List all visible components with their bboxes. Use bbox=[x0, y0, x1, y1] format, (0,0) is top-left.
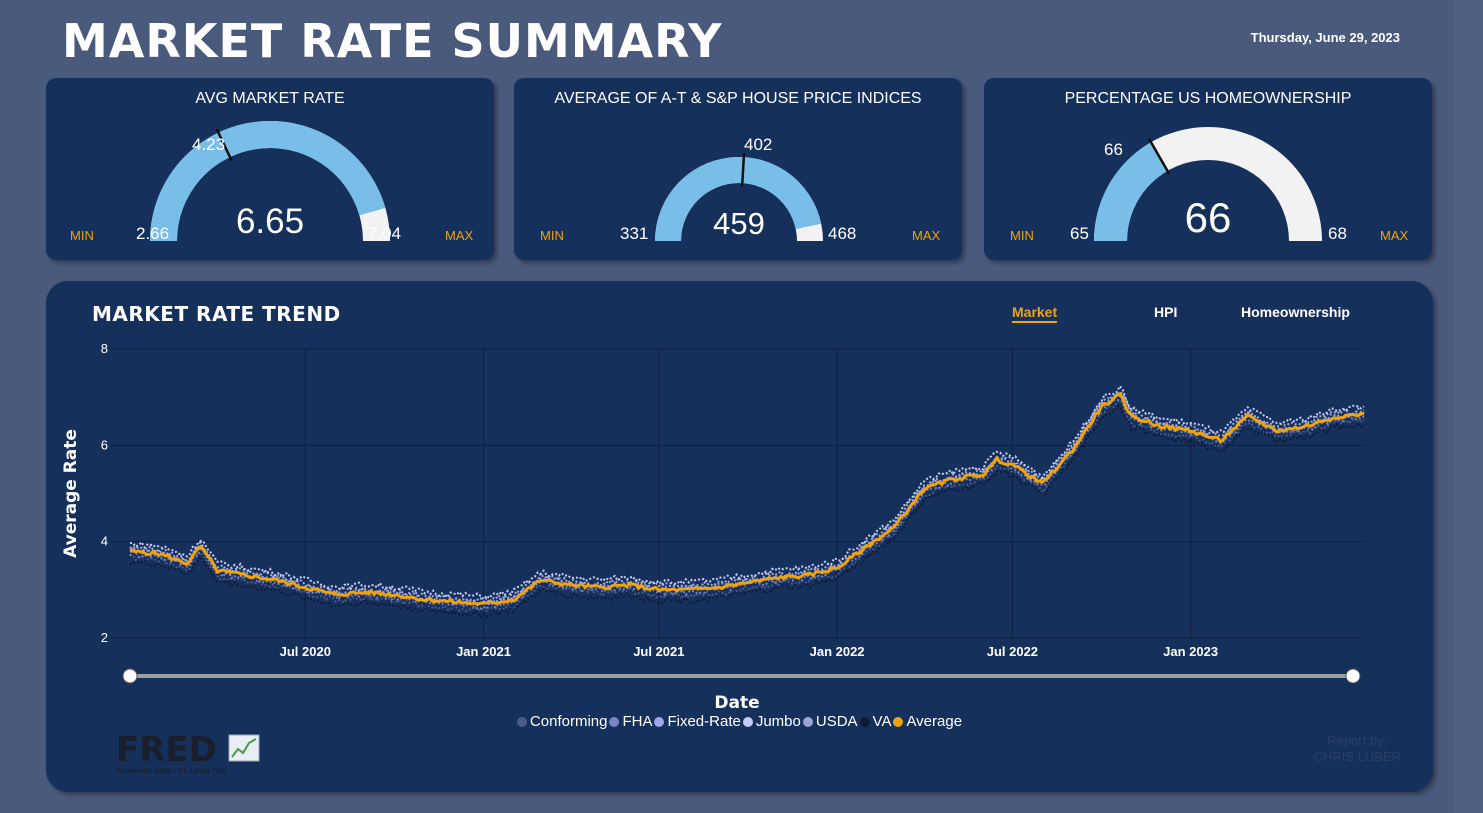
series-line-jumbo bbox=[129, 384, 1365, 601]
report-by-label: Report by: bbox=[1327, 733, 1388, 748]
gauge-current-value: 459 bbox=[713, 206, 765, 241]
fred-logo-text: FRED bbox=[116, 730, 217, 770]
chart-series bbox=[129, 384, 1365, 619]
min-label: MIN bbox=[540, 228, 564, 243]
gauge-min-value: 331 bbox=[620, 224, 649, 243]
gauge-target-value: 4.23 bbox=[192, 135, 226, 154]
legend-label: FHA bbox=[622, 713, 653, 730]
x-tick-label: Jan 2022 bbox=[810, 644, 865, 659]
legend-label: Average bbox=[906, 713, 963, 730]
min-label: MIN bbox=[70, 228, 94, 243]
window-edge bbox=[1453, 0, 1483, 813]
gauge-max-value: 468 bbox=[828, 224, 857, 243]
legend-label: VA bbox=[872, 713, 892, 730]
legend-swatch bbox=[609, 717, 620, 727]
y-tick-label: 4 bbox=[101, 534, 108, 549]
gauge-max-value: 7.04 bbox=[368, 224, 402, 243]
market-rate-trend-panel: MARKET RATE TREND Market HPI Homeownersh… bbox=[46, 281, 1433, 792]
slider-handle-end bbox=[1345, 668, 1361, 684]
max-label: MAX bbox=[445, 228, 474, 243]
y-tick-label: 2 bbox=[101, 630, 108, 645]
legend-item-fixed-rate[interactable]: Fixed-Rate bbox=[654, 713, 741, 730]
gauge-current-value: 6.65 bbox=[235, 202, 305, 241]
min-label: MIN bbox=[1010, 228, 1034, 243]
legend-label: USDA bbox=[815, 713, 858, 730]
fred-logo: FRED ECONOMIC DATA | ST. LOUIS FED bbox=[116, 730, 260, 775]
series-line-average bbox=[129, 391, 1365, 607]
series-line-fha bbox=[129, 398, 1365, 611]
gauge-min-value: 2.66 bbox=[136, 224, 170, 243]
legend-item-conforming[interactable]: Conforming bbox=[516, 713, 608, 730]
line-chart: 2 4 6 8 Jul 2020 Jan 2021 Jul 2021 Jan 2022 Jul … bbox=[61, 341, 1365, 713]
report-by-name: CHRIS LUBER bbox=[1313, 749, 1401, 764]
x-tick-label: Jan 2021 bbox=[456, 644, 511, 659]
legend-label: Conforming bbox=[529, 713, 608, 730]
gauge-max-value: 68 bbox=[1328, 224, 1347, 243]
y-axis-label: Average Rate bbox=[61, 429, 81, 558]
gauge-min-value: 65 bbox=[1070, 224, 1089, 243]
legend-label: Fixed-Rate bbox=[667, 713, 741, 730]
y-tick-label: 6 bbox=[101, 437, 108, 452]
max-label: MAX bbox=[1380, 228, 1409, 243]
report-credit: Report by: CHRIS LUBER bbox=[1314, 733, 1401, 765]
series-line-va bbox=[129, 405, 1365, 619]
gauge-current-value: 66 bbox=[1184, 194, 1232, 241]
gauge-target-value: 402 bbox=[744, 135, 773, 154]
x-axis-label: Date bbox=[714, 693, 759, 713]
gauge-target-value: 66 bbox=[1104, 140, 1123, 159]
x-tick-label: Jul 2021 bbox=[633, 644, 684, 659]
report-date: Thursday, June 29, 2023 bbox=[1250, 30, 1400, 45]
max-label: MAX bbox=[912, 228, 941, 243]
legend-item-average[interactable]: Average bbox=[893, 713, 962, 730]
date-range-slider[interactable] bbox=[122, 668, 1361, 684]
legend-item-usda[interactable]: USDA bbox=[802, 713, 858, 730]
fred-logo-subtitle: ECONOMIC DATA | ST. LOUIS FED bbox=[116, 768, 226, 775]
avg-market-rate-card: AVG MARKET RATE MIN MAX 2.66 7.04 4.23 6… bbox=[46, 78, 494, 260]
legend-swatch bbox=[859, 717, 870, 727]
x-tick-label: Jul 2020 bbox=[280, 644, 331, 659]
chart-axes: 2 4 6 8 Jul 2020 Jan 2021 Jul 2021 Jan 2022 Jul … bbox=[61, 341, 1218, 713]
legend-swatch bbox=[893, 717, 904, 727]
legend-swatch bbox=[654, 717, 665, 727]
legend-item-jumbo[interactable]: Jumbo bbox=[742, 713, 801, 730]
legend-swatch bbox=[742, 717, 753, 727]
legend-label: Jumbo bbox=[755, 713, 801, 730]
chart-legend: Conforming FHA Fixed-Rate Jumbo USDA VA Averag… bbox=[46, 713, 1433, 730]
legend-item-va[interactable]: VA bbox=[859, 713, 892, 730]
series-line-usda bbox=[129, 391, 1365, 605]
y-tick-label: 8 bbox=[101, 341, 108, 356]
page-title: MARKET RATE SUMMARY bbox=[62, 14, 723, 68]
legend-item-fha[interactable]: FHA bbox=[609, 713, 652, 730]
slider-handle-start bbox=[122, 668, 138, 684]
x-tick-label: Jan 2023 bbox=[1163, 644, 1218, 659]
homeownership-card: PERCENTAGE US HOMEOWNERSHIP MIN MAX 65 6… bbox=[984, 78, 1432, 260]
legend-swatch bbox=[516, 717, 527, 727]
house-price-index-card: AVERAGE OF A-T & S&P HOUSE PRICE INDICES… bbox=[514, 78, 962, 260]
x-tick-label: Jul 2022 bbox=[987, 644, 1038, 659]
legend-swatch bbox=[802, 717, 813, 727]
